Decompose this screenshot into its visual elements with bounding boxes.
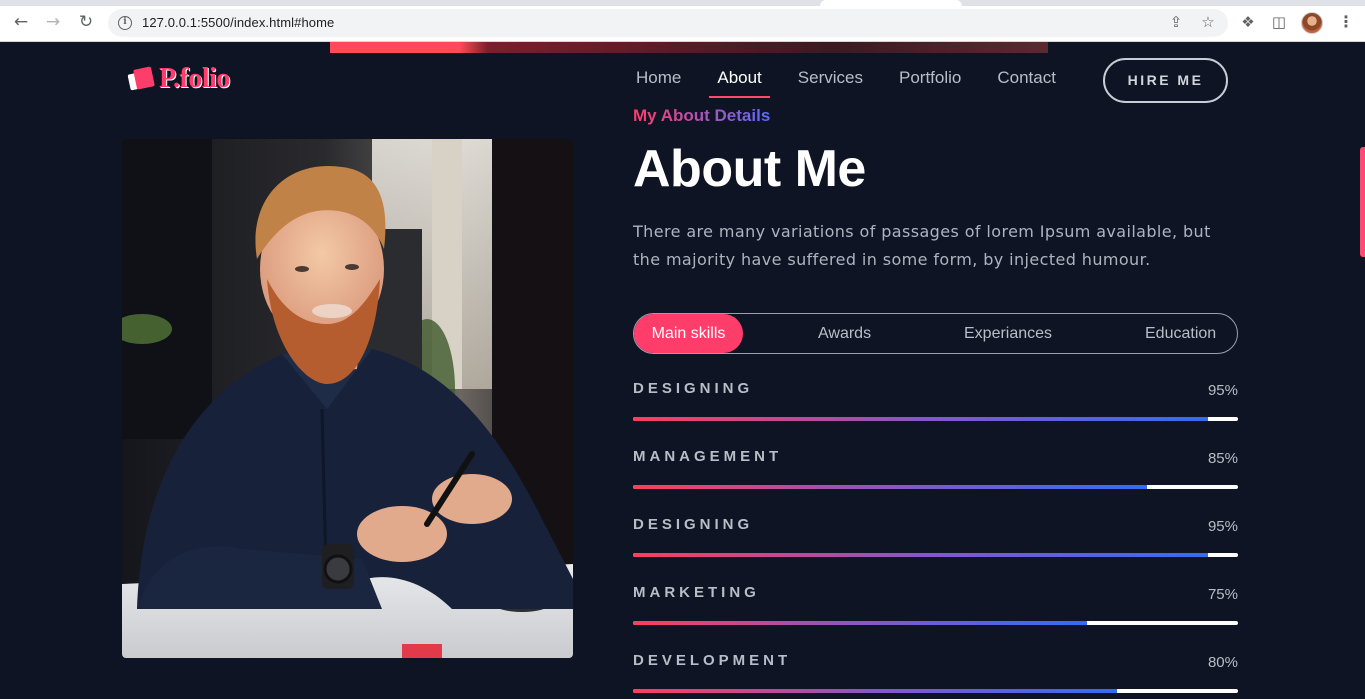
skill-name: DEVELOPMENT bbox=[633, 652, 792, 669]
about-title: About Me bbox=[633, 140, 866, 198]
tab-awards[interactable]: Awards bbox=[818, 314, 871, 353]
logo-mark-icon bbox=[127, 67, 155, 91]
scroll-indicator[interactable] bbox=[1360, 147, 1365, 257]
skill-progress-fill bbox=[633, 485, 1148, 489]
nav-contact[interactable]: Contact bbox=[997, 68, 1056, 88]
share-icon[interactable]: ⇪ bbox=[1167, 13, 1185, 31]
skill-progress-fill bbox=[633, 417, 1208, 421]
tab-education[interactable]: Education bbox=[1145, 314, 1216, 353]
back-arrow-icon[interactable]: ← bbox=[11, 12, 31, 32]
skill-name: DESIGNING bbox=[633, 380, 754, 397]
url-text[interactable]: 127.0.0.1:5500/index.html#home bbox=[142, 15, 334, 30]
skill-progress-bar bbox=[633, 621, 1238, 625]
browser-toolbar: ← → ↻ i 127.0.0.1:5500/index.html#home ⇪… bbox=[0, 0, 1365, 42]
skill-item: DESIGNING 95% bbox=[633, 380, 1238, 448]
skill-percent: 85% bbox=[1207, 450, 1238, 467]
skill-progress-bar bbox=[633, 553, 1238, 557]
bookmark-star-icon[interactable]: ☆ bbox=[1199, 13, 1217, 31]
reload-icon[interactable]: ↻ bbox=[76, 12, 96, 32]
skill-progress-fill bbox=[633, 621, 1087, 625]
skill-percent: 95% bbox=[1207, 518, 1238, 535]
skills-list: DESIGNING 95% MANAGEMENT 85% DESIGNING 9… bbox=[633, 380, 1238, 699]
more-menu-icon[interactable]: ⋮ bbox=[1338, 12, 1354, 32]
skill-progress-fill bbox=[633, 553, 1208, 557]
extensions-puzzle-icon[interactable]: ❖ bbox=[1239, 13, 1257, 31]
page-content: P.folio Home About Services Portfolio Co… bbox=[0, 42, 1365, 699]
browser-tabstrip bbox=[0, 0, 1365, 6]
skill-name: MARKETING bbox=[633, 584, 760, 601]
skill-percent: 95% bbox=[1207, 382, 1238, 399]
skill-progress-bar bbox=[633, 689, 1238, 693]
skill-progress-fill bbox=[633, 689, 1117, 693]
nav-home[interactable]: Home bbox=[636, 68, 681, 88]
about-tabs: Main skills Awards Experiances Education bbox=[633, 313, 1238, 354]
logo-text: P.folio bbox=[159, 63, 230, 94]
skill-progress-bar bbox=[633, 417, 1238, 421]
profile-avatar[interactable] bbox=[1301, 12, 1323, 34]
top-section-image-edge bbox=[330, 42, 1048, 53]
skill-percent: 75% bbox=[1207, 586, 1238, 603]
skill-item: MANAGEMENT 85% bbox=[633, 448, 1238, 516]
skill-name: DESIGNING bbox=[633, 516, 754, 533]
skill-progress-bar bbox=[633, 485, 1238, 489]
address-bar[interactable]: i 127.0.0.1:5500/index.html#home bbox=[108, 9, 1228, 37]
main-nav: Home About Services Portfolio Contact bbox=[636, 68, 1092, 98]
tab-main-skills[interactable]: Main skills bbox=[634, 314, 743, 353]
skill-name: MANAGEMENT bbox=[633, 448, 783, 465]
site-logo[interactable]: P.folio bbox=[127, 63, 230, 94]
hire-me-button[interactable]: HIRE ME bbox=[1103, 58, 1228, 103]
side-panel-icon[interactable]: ◫ bbox=[1270, 13, 1288, 31]
skill-percent: 80% bbox=[1207, 654, 1238, 671]
forward-arrow-icon[interactable]: → bbox=[43, 12, 63, 32]
skill-item: DESIGNING 95% bbox=[633, 516, 1238, 584]
nav-portfolio[interactable]: Portfolio bbox=[899, 68, 961, 88]
active-tab[interactable] bbox=[820, 0, 962, 6]
about-description: There are many variations of passages of… bbox=[633, 222, 1211, 269]
skill-item: MARKETING 75% bbox=[633, 584, 1238, 652]
skill-item: DEVELOPMENT 80% bbox=[633, 652, 1238, 699]
nav-about[interactable]: About bbox=[709, 68, 771, 98]
profile-photo bbox=[122, 139, 573, 658]
nav-services[interactable]: Services bbox=[798, 68, 863, 88]
tab-experiances[interactable]: Experiances bbox=[964, 314, 1052, 353]
about-subtitle: My About Details bbox=[633, 106, 771, 125]
info-icon[interactable]: i bbox=[118, 16, 132, 30]
